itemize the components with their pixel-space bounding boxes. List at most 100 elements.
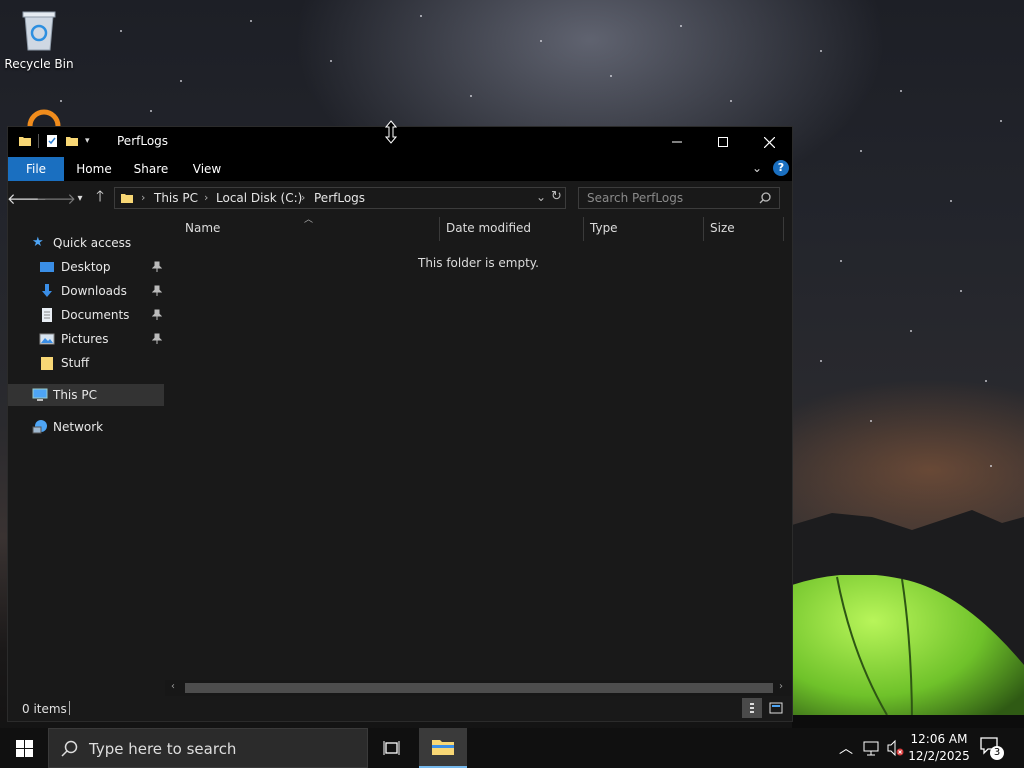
new-folder-icon[interactable] (65, 134, 79, 148)
tab-file[interactable]: File (8, 157, 64, 181)
scrollbar-thumb[interactable] (185, 683, 773, 693)
column-divider[interactable] (583, 217, 584, 241)
recent-locations-button[interactable]: ▾ (70, 189, 90, 207)
chevron-down-icon[interactable]: ▾ (85, 136, 90, 146)
maximize-button[interactable] (700, 127, 746, 157)
forward-button[interactable]: 🡒 (36, 189, 76, 208)
search-icon (759, 192, 771, 204)
column-header-date-modified[interactable]: Date modified (446, 221, 531, 235)
volume-muted-icon[interactable] (886, 739, 904, 757)
breadcrumb-local-disk[interactable]: Local Disk (C:) (216, 191, 302, 205)
close-icon (763, 136, 775, 148)
network-icon (32, 420, 47, 434)
breadcrumb-this-pc[interactable]: This PC (154, 191, 198, 205)
properties-icon[interactable] (45, 134, 59, 148)
tab-home[interactable]: Home (68, 157, 120, 181)
taskbar-file-explorer[interactable] (419, 728, 467, 768)
horizontal-scrollbar[interactable]: ‹ › (165, 680, 792, 696)
nav-pictures-label: Pictures (61, 332, 109, 346)
large-icons-view-icon (769, 702, 783, 714)
back-button[interactable]: 🡐 (7, 189, 47, 208)
minimize-button[interactable] (654, 127, 700, 157)
windows-logo-icon (15, 739, 33, 757)
nav-downloads[interactable]: Downloads (8, 280, 164, 302)
large-icons-view-button[interactable] (766, 698, 786, 718)
downloads-icon (42, 284, 52, 297)
item-count: 0 items (22, 702, 67, 716)
desktop-icon-recycle-bin[interactable]: Recycle Bin (1, 8, 77, 71)
window-title: PerfLogs (117, 134, 169, 148)
refresh-icon[interactable]: ↻ (551, 189, 562, 204)
column-header-size[interactable]: Size (710, 221, 735, 235)
pin-icon[interactable] (152, 333, 162, 345)
help-icon[interactable]: ? (773, 160, 789, 176)
nav-quick-access[interactable]: ★ Quick access (8, 232, 164, 254)
clock[interactable]: 12:06 AM 12/2/2025 (908, 731, 970, 765)
taskbar-search-box[interactable]: Type here to search (48, 728, 368, 768)
up-button[interactable]: 🡑 (90, 187, 110, 207)
search-icon (61, 740, 78, 757)
recycle-bin-icon (22, 11, 56, 51)
nav-quick-access-label: Quick access (53, 236, 132, 250)
tab-view[interactable]: View (182, 157, 232, 181)
column-header-name[interactable]: Name (185, 221, 220, 235)
nav-documents[interactable]: Documents (8, 304, 164, 326)
nav-network[interactable]: Network (8, 416, 164, 438)
folder-icon (41, 357, 53, 370)
nav-desktop-label: Desktop (61, 260, 111, 274)
file-explorer-icon (432, 740, 454, 755)
pictures-icon (39, 333, 55, 345)
nav-desktop[interactable]: Desktop (8, 256, 164, 278)
column-divider[interactable] (783, 217, 784, 241)
file-list-pane[interactable]: ︿ Name Date modified Type Size This fold… (165, 215, 792, 685)
details-view-button[interactable] (742, 698, 762, 718)
column-divider[interactable] (703, 217, 704, 241)
minimize-icon (672, 141, 682, 143)
notification-count-badge: 3 (990, 746, 1004, 760)
nav-pictures[interactable]: Pictures (8, 328, 164, 350)
clock-time: 12:06 AM (910, 732, 968, 746)
column-divider[interactable] (439, 217, 440, 241)
quick-access-toolbar: ▾ (18, 134, 90, 148)
expand-ribbon-icon[interactable]: ⌄ (752, 161, 762, 175)
ribbon-tabs: File Home Share View ⌄ ? (8, 157, 792, 181)
column-header-type[interactable]: Type (590, 221, 618, 235)
breadcrumb-perflogs[interactable]: PerfLogs (314, 191, 365, 205)
nav-this-pc[interactable]: This PC (8, 384, 164, 406)
pin-icon[interactable] (152, 261, 162, 273)
title-bar[interactable]: ▾ PerfLogs (8, 127, 792, 157)
show-hidden-icons-icon[interactable]: ︿ (839, 738, 853, 758)
task-view-button[interactable] (368, 728, 416, 768)
chevron-right-icon[interactable]: › (141, 191, 145, 204)
desktop-icon (40, 262, 54, 272)
documents-icon (42, 308, 52, 322)
address-dropdown-icon[interactable]: ⌄ (536, 190, 546, 204)
separator (69, 701, 70, 715)
search-box[interactable]: Search PerfLogs (578, 187, 780, 209)
close-button[interactable] (746, 127, 792, 157)
resize-cursor-icon (385, 120, 397, 144)
taskbar: Type here to search ︿ 12:06 AM 12/2/2025… (0, 728, 1024, 768)
chevron-right-icon[interactable]: › (204, 191, 208, 204)
nav-stuff[interactable]: Stuff (8, 352, 164, 374)
tab-share[interactable]: Share (124, 157, 178, 181)
scroll-left-icon[interactable]: ‹ (171, 681, 175, 692)
search-placeholder: Search PerfLogs (587, 191, 684, 205)
empty-folder-message: This folder is empty. (418, 256, 539, 270)
computer-icon (32, 388, 48, 401)
start-button[interactable] (0, 728, 48, 768)
nav-this-pc-label: This PC (53, 388, 97, 402)
details-view-icon (750, 703, 754, 713)
scroll-right-icon[interactable]: › (779, 681, 783, 692)
navigation-pane: ★ Quick access Desktop Downloads Documen… (8, 223, 164, 699)
action-center-button[interactable]: 3 (980, 737, 1004, 760)
pin-icon[interactable] (152, 309, 162, 321)
desktop-icon-partial[interactable] (26, 108, 62, 128)
pin-icon[interactable] (152, 285, 162, 297)
network-status-icon[interactable] (862, 739, 880, 757)
taskbar-search-placeholder: Type here to search (89, 740, 237, 758)
folder-icon (19, 137, 31, 146)
status-bar: 0 items (8, 696, 792, 721)
chevron-right-icon[interactable]: › (301, 191, 305, 204)
address-bar[interactable]: › This PC › Local Disk (C:) › PerfLogs ⌄… (114, 187, 566, 209)
